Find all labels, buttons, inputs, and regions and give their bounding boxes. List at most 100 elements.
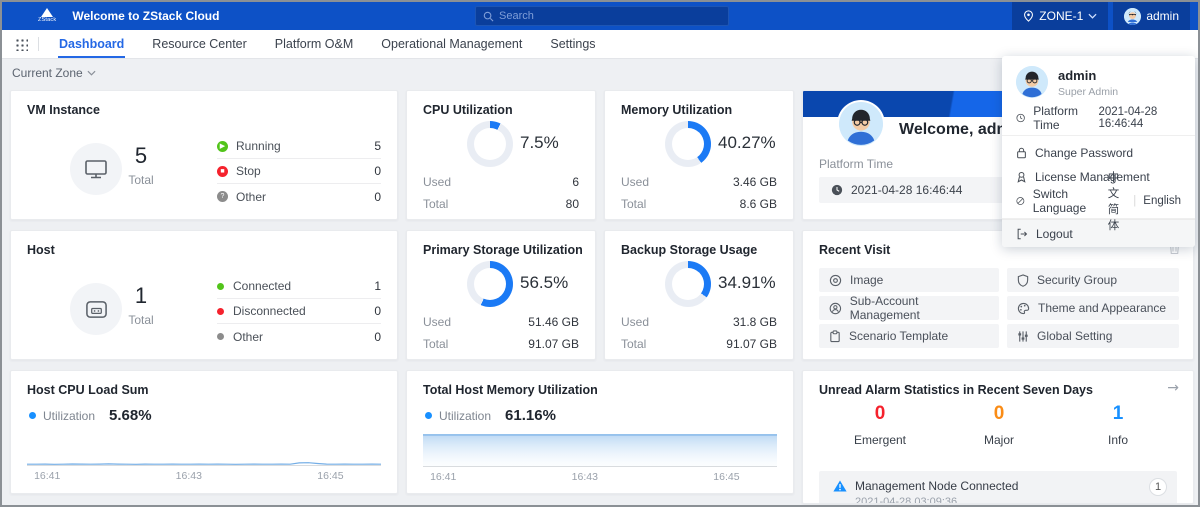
backup-storage-percent: 34.91% <box>718 273 776 293</box>
chart-legend: Utilization 5.68% <box>29 407 152 424</box>
chart-legend: Utilization 61.16% <box>425 407 556 424</box>
cpu-donut-gauge <box>467 121 513 167</box>
language-icon <box>1016 195 1025 207</box>
arrow-right-icon[interactable]: → <box>1167 380 1179 396</box>
dropdown-switch-language[interactable]: Switch Language 中文简体 | English <box>1002 189 1195 213</box>
status-label: Other <box>233 330 263 344</box>
total-label: Total <box>423 197 448 211</box>
card-title: Unread Alarm Statistics in Recent Seven … <box>819 383 1093 397</box>
vm-running-row[interactable]: ▶ Running 5 <box>217 134 381 159</box>
card-title: Memory Utilization <box>621 103 732 117</box>
tab-settings[interactable]: Settings <box>536 30 609 58</box>
vm-total-value: 5 <box>111 143 171 169</box>
user-name: admin <box>1146 9 1179 23</box>
clock-icon <box>1016 112 1025 124</box>
zone-selector[interactable]: ZONE-1 <box>1012 2 1108 30</box>
zone-label: ZONE-1 <box>1039 9 1083 23</box>
recent-visit-image[interactable]: Image <box>819 268 999 292</box>
cpu-utilization-card: CPU Utilization 7.5% Used 6 Total 80 <box>406 90 596 220</box>
host-cpu-load-card: Host CPU Load Sum Utilization 5.68% 16:4… <box>10 370 398 494</box>
vm-other-row[interactable]: ? Other 0 <box>217 184 381 209</box>
lang-separator: | <box>1133 195 1136 207</box>
alarm-count: 1 <box>1063 403 1173 425</box>
user-dropdown-menu: admin Super Admin Platform Time 2021-04-… <box>1002 56 1195 247</box>
dropdown-user-header: admin Super Admin <box>1002 64 1195 106</box>
search-input[interactable] <box>499 10 699 22</box>
status-value: 0 <box>374 304 381 318</box>
tick-label: 16:41 <box>430 471 456 483</box>
sliders-icon <box>1017 330 1029 343</box>
recent-visit-global-setting[interactable]: Global Setting <box>1007 324 1179 348</box>
dropdown-user-role: Super Admin <box>1058 86 1118 98</box>
platform-time-label: Platform Time <box>1033 104 1090 132</box>
palette-icon <box>1017 302 1030 315</box>
status-value: 0 <box>374 330 381 344</box>
tab-resource-center[interactable]: Resource Center <box>138 30 261 58</box>
total-label: Total <box>621 197 646 211</box>
host-memory-utilization-card: Total Host Memory Utilization Utilizatio… <box>406 370 794 494</box>
tab-platform-om[interactable]: Platform O&M <box>261 30 368 58</box>
total-value: 80 <box>566 197 579 211</box>
recent-visit-label: Sub-Account Management <box>850 294 989 322</box>
host-total-label: Total <box>111 313 171 327</box>
used-value: 51.46 GB <box>528 315 579 329</box>
memory-used-row: Used 3.46 GB <box>621 175 777 189</box>
menu-item-label: Logout <box>1036 227 1073 241</box>
primary-storage-percent: 56.5% <box>520 273 568 293</box>
host-icon <box>84 298 109 321</box>
recent-visit-security-group[interactable]: Security Group <box>1007 268 1179 292</box>
memory-donut-gauge <box>665 121 711 167</box>
alarm-event-time: 2021-04-28 03:09:36 <box>855 496 957 504</box>
host-connected-row[interactable]: Connected 1 <box>217 274 381 299</box>
legend-dot <box>29 412 36 419</box>
status-value: 0 <box>374 190 381 204</box>
dropdown-user-name: admin <box>1058 68 1118 83</box>
tab-operational-management[interactable]: Operational Management <box>367 30 536 58</box>
recent-visit-label: Security Group <box>1037 273 1117 287</box>
monitor-icon <box>83 157 109 181</box>
vm-total-label: Total <box>111 173 171 187</box>
topbar: ZStack Welcome to ZStack Cloud ZONE-1 <box>2 2 1198 30</box>
alarm-label: Info <box>1063 433 1173 447</box>
used-value: 31.8 GB <box>733 315 777 329</box>
cpu-used-row: Used 6 <box>423 175 579 189</box>
logout-icon <box>1016 228 1028 240</box>
cpu-total-row: Total 80 <box>423 197 579 211</box>
host-disconnected-row[interactable]: Disconnected 0 <box>217 299 381 324</box>
card-title: Primary Storage Utilization <box>423 243 583 257</box>
used-label: Used <box>423 315 451 329</box>
other-status-icon: ? <box>217 191 228 202</box>
main-nav: Dashboard Resource Center Platform O&M O… <box>2 30 1198 59</box>
alert-triangle-icon <box>833 480 847 492</box>
x-axis: 16:41 16:43 16:45 <box>27 465 381 466</box>
recent-visit-sub-account[interactable]: Sub-Account Management <box>819 296 999 320</box>
dropdown-change-password[interactable]: Change Password <box>1002 141 1195 165</box>
current-zone-label: Current Zone <box>12 66 83 80</box>
connected-status-icon <box>217 283 224 290</box>
recent-visit-label: Image <box>850 273 883 287</box>
alarm-label: Emergent <box>825 433 935 447</box>
recent-visit-theme[interactable]: Theme and Appearance <box>1007 296 1179 320</box>
app-grid-icon[interactable] <box>15 38 28 51</box>
user-menu[interactable]: admin <box>1113 2 1190 30</box>
total-value: 8.6 GB <box>740 197 777 211</box>
cpu-percent: 7.5% <box>520 133 559 153</box>
alarm-event-row[interactable]: Management Node Connected 2021-04-28 03:… <box>819 471 1177 504</box>
tick-label: 16:43 <box>176 470 202 482</box>
recent-visit-scenario-template[interactable]: Scenario Template <box>819 324 999 348</box>
current-zone-selector[interactable]: Current Zone <box>12 60 96 86</box>
search-box[interactable] <box>475 6 729 26</box>
used-label: Used <box>621 315 649 329</box>
used-label: Used <box>423 175 451 189</box>
backup-storage-total-row: Total 91.07 GB <box>621 337 777 351</box>
vm-stop-row[interactable]: ■ Stop 0 <box>217 159 381 184</box>
lang-option-chinese[interactable]: 中文简体 <box>1108 169 1127 233</box>
host-other-row[interactable]: Other 0 <box>217 324 381 349</box>
lang-option-english[interactable]: English <box>1143 195 1181 207</box>
card-title: VM Instance <box>27 103 100 117</box>
tab-dashboard[interactable]: Dashboard <box>45 30 138 58</box>
alarm-event-title: Management Node Connected <box>855 479 1018 493</box>
primary-storage-used-row: Used 51.46 GB <box>423 315 579 329</box>
legend-label: Utilization <box>43 409 95 423</box>
status-label: Connected <box>233 279 291 293</box>
